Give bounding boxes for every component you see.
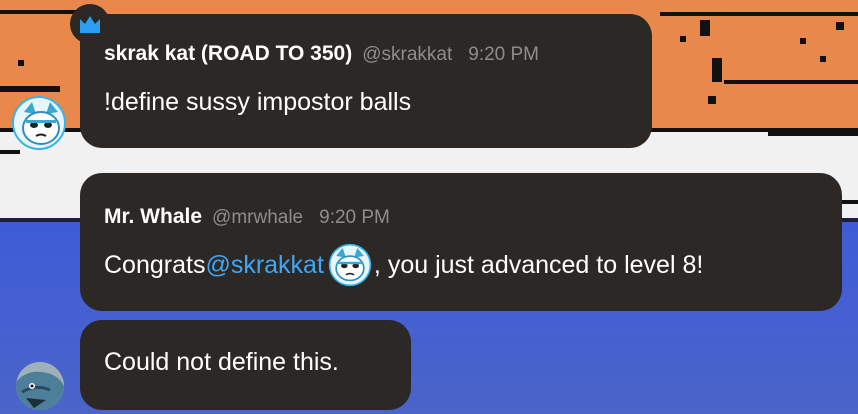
message-text-before: Congrats [104, 250, 206, 279]
cat-emoji-icon [328, 243, 372, 287]
user-avatar[interactable] [16, 362, 64, 410]
whale-avatar-icon [16, 362, 64, 410]
message-text: Could not define this. [104, 348, 339, 376]
pixel-detail [708, 96, 716, 104]
pixel-detail [0, 150, 20, 154]
message-timestamp: 9:20 PM [468, 44, 540, 65]
crown-badge [70, 4, 110, 44]
pixel-detail [0, 10, 80, 14]
message-bubble[interactable]: Could not define this. [80, 320, 411, 410]
pixel-detail [712, 58, 722, 82]
message-timestamp: 9:20 PM [319, 207, 390, 228]
message-header: Mr. Whale @mrwhale 9:20 PM [104, 205, 390, 229]
pixel-detail [660, 12, 858, 16]
pixel-detail [820, 56, 826, 62]
pixel-detail [836, 22, 844, 30]
crown-icon [80, 16, 100, 33]
pixel-detail [18, 60, 24, 66]
user-mention[interactable]: @skrakkat [205, 251, 323, 280]
message-bubble[interactable]: skrak kat (ROAD TO 350) @skrakkat 9:20 P… [80, 14, 652, 148]
message-bubble[interactable]: Mr. Whale @mrwhale 9:20 PM Congrats @skr… [80, 173, 842, 311]
message-text: !define sussy impostor balls [104, 88, 412, 116]
author-handle: @skrakkat [362, 44, 453, 65]
pixel-detail [800, 38, 806, 44]
pixel-detail [724, 80, 858, 84]
pixel-detail [768, 130, 858, 136]
pixel-detail [680, 36, 686, 42]
message-text-after: , you just advanced to level 8! [373, 250, 704, 279]
pixel-detail [0, 86, 60, 92]
message-text: Congrats @skrakkat , you just advanced t… [104, 243, 703, 287]
user-avatar[interactable] [12, 96, 66, 150]
author-name[interactable]: skrak kat (ROAD TO 350) [104, 42, 352, 66]
message-header: skrak kat (ROAD TO 350) @skrakkat 9:20 P… [104, 42, 539, 66]
pixel-detail [840, 200, 858, 204]
author-handle: @mrwhale [212, 207, 304, 228]
pixel-detail [700, 20, 710, 36]
author-name[interactable]: Mr. Whale [104, 205, 202, 229]
